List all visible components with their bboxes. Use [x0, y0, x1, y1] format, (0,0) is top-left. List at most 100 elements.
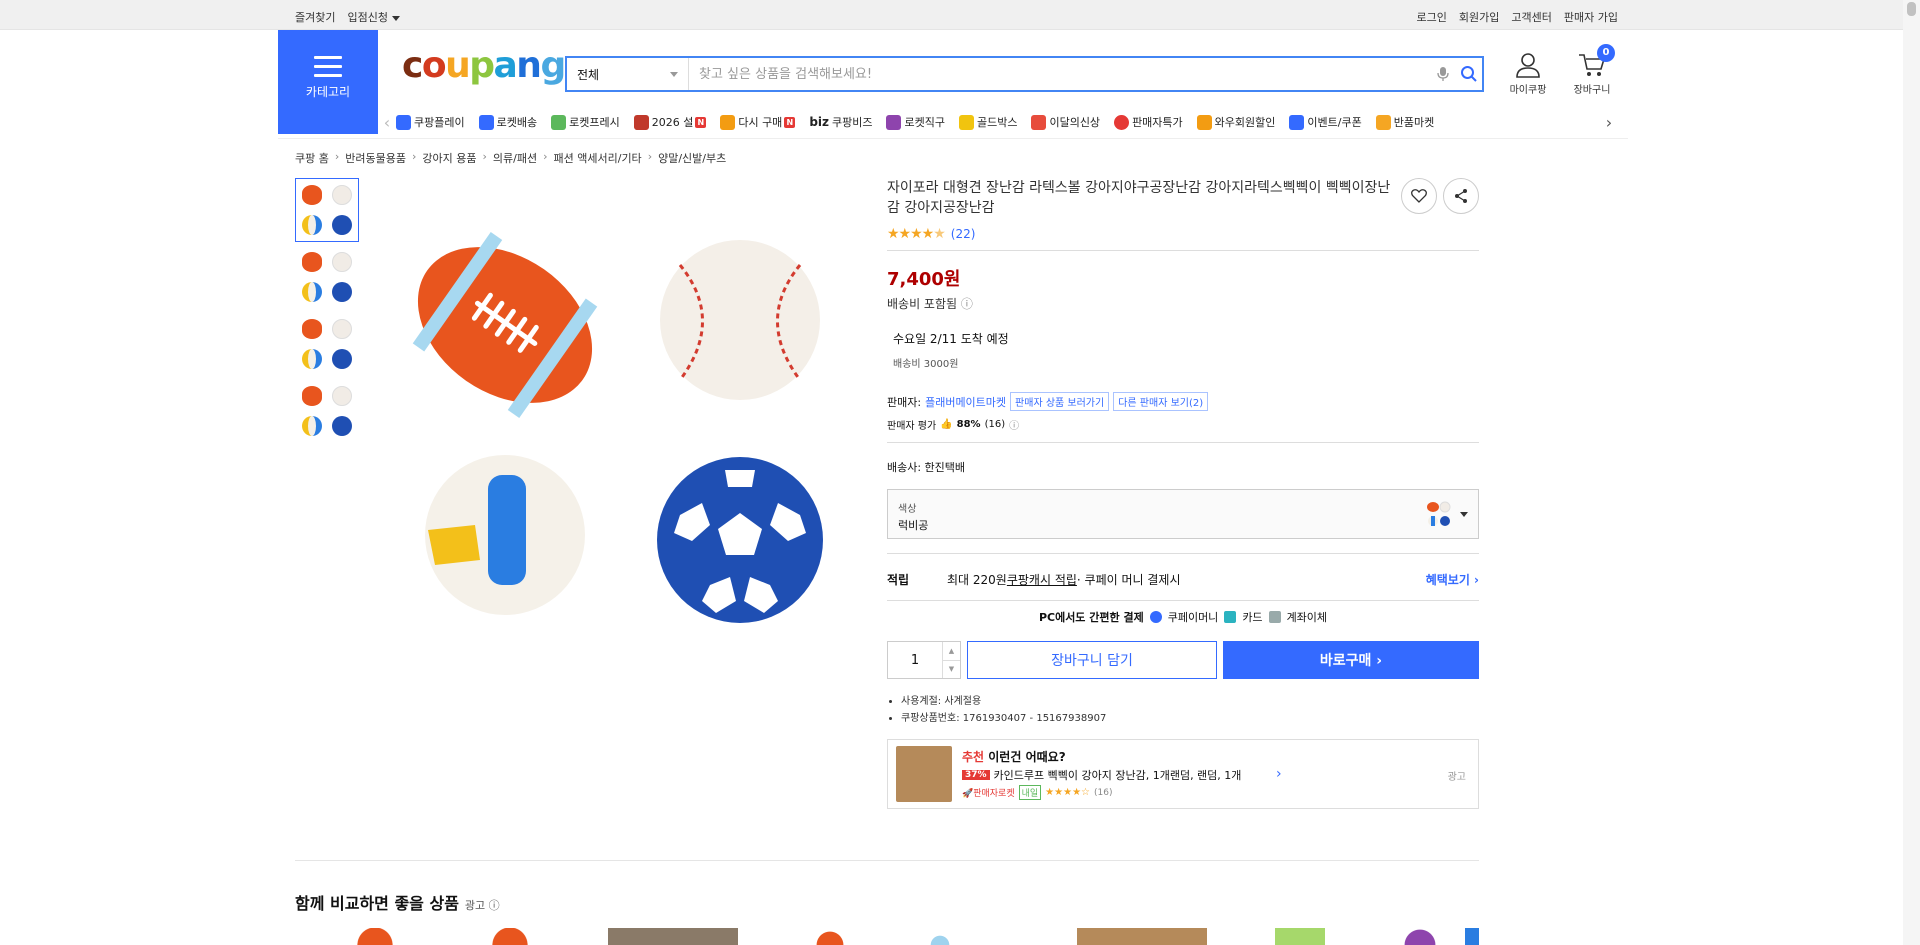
shipping-included: 배송비 포함됨 ⓘ: [887, 297, 973, 311]
quantity-stepper[interactable]: 1 ▲ ▼: [887, 641, 961, 679]
compare-product-image[interactable]: [1465, 928, 1479, 945]
nav-item-goldbox[interactable]: 골드박스: [958, 114, 1017, 130]
breadcrumb-item[interactable]: 양말/신발/부츠: [658, 150, 726, 166]
benefits-link[interactable]: 혜택보기 ›: [1426, 571, 1479, 588]
breadcrumb-item[interactable]: 패션 액세서리/기타: [554, 150, 642, 166]
heart-icon: [1411, 189, 1427, 203]
add-to-cart-button[interactable]: 장바구니 담기: [967, 641, 1217, 679]
nav-item-rocket[interactable]: 로켓배송: [478, 114, 537, 130]
breadcrumb-item[interactable]: 의류/패션: [493, 150, 537, 166]
microphone-icon[interactable]: [1430, 61, 1456, 87]
biz-icon: biz: [809, 115, 829, 129]
thumbnail-item[interactable]: [295, 178, 359, 242]
thumbnail-item[interactable]: [295, 379, 359, 443]
nav-item-biz[interactable]: biz 쿠팡비즈: [809, 114, 872, 130]
recommendation-ad[interactable]: 추천 이런건 어때요? 37% 카인드루프 삑삑이 강아지 장난감, 1개랜덤, …: [887, 739, 1479, 809]
search-icon[interactable]: [1456, 61, 1482, 87]
scrollbar-thumb[interactable]: [1907, 2, 1916, 16]
compare-product-image[interactable]: [1275, 928, 1325, 945]
my-coupang-label: 마이쿠팡: [1509, 85, 1547, 96]
chevron-right-icon: ›: [334, 150, 340, 163]
product-info: 자이포라 대형견 장난감 라텍스볼 강아지야구공장난감 강아지라텍스삑삑이 삑삑…: [887, 178, 1479, 809]
info-icon[interactable]: ⓘ: [489, 899, 500, 912]
chevron-right-icon: ›: [647, 150, 653, 163]
bookmark-link[interactable]: 즐겨찾기: [295, 9, 335, 25]
info-icon[interactable]: ⓘ: [1009, 417, 1019, 432]
reward-row: 적립 최대 220원 쿠팡캐시 적립 · 쿠페이 머니 결제시 혜택보기 ›: [887, 571, 1479, 588]
rating-stars: ★★★★☆: [1045, 787, 1090, 798]
product-main-image[interactable]: [380, 185, 840, 655]
nav-item-rebuy[interactable]: 다시 구매 N: [720, 114, 796, 130]
compare-section-title: 함께 비교하면 좋을 상품 광고 ⓘ: [295, 894, 500, 913]
nav-prev-icon[interactable]: ‹: [378, 113, 396, 132]
goldbox-icon: [958, 114, 974, 130]
recommendation-name: 카인드루프 삑삑이 강아지 장난감, 1개랜덤, 랜덤, 1개: [993, 769, 1242, 782]
bank-icon: [1268, 611, 1281, 623]
my-coupang-button[interactable]: 마이쿠팡: [1505, 52, 1551, 96]
shipping-fee: 배송비 3000원: [893, 359, 959, 370]
coupang-cash-link[interactable]: 쿠팡캐시 적립: [1007, 571, 1077, 588]
nav-item-wow-discount[interactable]: 와우회원할인: [1196, 114, 1275, 130]
nav-item-return-market[interactable]: 반품마켓: [1375, 114, 1434, 130]
rating-count: (22): [950, 227, 976, 241]
nav-item-seller-deals[interactable]: 판매자특가: [1114, 114, 1183, 130]
coupay-icon: [1149, 611, 1162, 623]
card-icon: [1224, 611, 1237, 623]
page-scrollbar[interactable]: [1903, 0, 1920, 945]
wishlist-button[interactable]: [1401, 178, 1437, 214]
nav-item-new-arrivals[interactable]: 이달의신상: [1031, 114, 1100, 130]
compare-product-image[interactable]: [1077, 928, 1207, 945]
nav-item-rocket-fresh[interactable]: 로켓프레시: [551, 114, 620, 130]
seller-products-button[interactable]: 판매자 상품 보러가기: [1010, 392, 1110, 411]
compare-product-image[interactable]: [1395, 928, 1445, 945]
seller-signup-link[interactable]: 판매자 가입: [1564, 9, 1618, 25]
cart-count-badge: 0: [1597, 44, 1615, 62]
compare-product-image[interactable]: [608, 928, 738, 945]
breadcrumb-item[interactable]: 반려동물용품: [345, 150, 406, 166]
nav-item-seollal[interactable]: 2026 설N: [633, 114, 707, 130]
seller-rating-row: 판매자 평가 👍 88% (16) ⓘ: [887, 417, 1020, 432]
nav-item-events[interactable]: 이벤트/쿠폰: [1289, 114, 1362, 130]
customer-center-link[interactable]: 고객센터: [1511, 9, 1551, 25]
globe-icon: [886, 114, 902, 130]
info-icon[interactable]: ⓘ: [961, 297, 973, 311]
store-apply-link[interactable]: 입점신청: [347, 9, 400, 25]
nav-next-icon[interactable]: ›: [1600, 113, 1618, 132]
category-menu-button[interactable]: 카테고리: [278, 30, 378, 134]
chevron-down-icon: [670, 71, 678, 77]
nav-item-rocket-direct[interactable]: 로켓직구: [886, 114, 945, 130]
breadcrumb-item[interactable]: 강아지 용품: [422, 150, 476, 166]
quick-nav: ‹ 쿠팡플레이 로켓배송 로켓프레시 2026 설N 다시 구매 N biz 쿠팡비…: [378, 110, 1618, 134]
divider: [887, 600, 1479, 601]
compare-product-image[interactable]: [810, 928, 850, 945]
quantity-down-icon[interactable]: ▼: [943, 661, 960, 679]
nav-item-coupangplay[interactable]: 쿠팡플레이: [396, 114, 465, 130]
new-badge: N: [784, 116, 796, 128]
compare-product-image[interactable]: [480, 928, 540, 945]
color-option-select[interactable]: 색상 럭비공: [887, 489, 1479, 539]
chevron-right-icon[interactable]: ›: [1276, 766, 1282, 782]
other-sellers-button[interactable]: 다른 판매자 보기(2): [1113, 392, 1209, 411]
rocket-icon: [478, 114, 494, 130]
signup-link[interactable]: 회원가입: [1459, 9, 1499, 25]
thumbnail-item[interactable]: [295, 245, 359, 309]
search-scope-select[interactable]: 전체: [567, 58, 689, 90]
rating-row[interactable]: ★★★★★ (22): [887, 226, 1479, 242]
coupang-logo[interactable]: coupang: [402, 48, 566, 84]
cart-button[interactable]: 장바구니 0: [1567, 44, 1617, 96]
compare-product-image[interactable]: [345, 928, 405, 945]
quantity-value[interactable]: 1: [888, 642, 942, 678]
seller-rocket-badge: 🚀판매자로켓: [962, 789, 1015, 799]
compare-product-image[interactable]: [925, 928, 955, 945]
new-bag-icon: [1031, 114, 1047, 130]
rating-stars: ★★★★★: [887, 226, 946, 242]
breadcrumb-item[interactable]: 쿠팡 홈: [295, 150, 329, 166]
share-button[interactable]: [1443, 178, 1479, 214]
quantity-up-icon[interactable]: ▲: [943, 642, 960, 661]
buy-now-button[interactable]: 바로구매 ›: [1223, 641, 1479, 679]
option-thumbnail: [1427, 501, 1451, 526]
login-link[interactable]: 로그인: [1417, 9, 1447, 25]
seller-name-link[interactable]: 플래버메이트마켓: [925, 394, 1006, 410]
search-input[interactable]: [689, 66, 1430, 82]
thumbnail-item[interactable]: [295, 312, 359, 376]
